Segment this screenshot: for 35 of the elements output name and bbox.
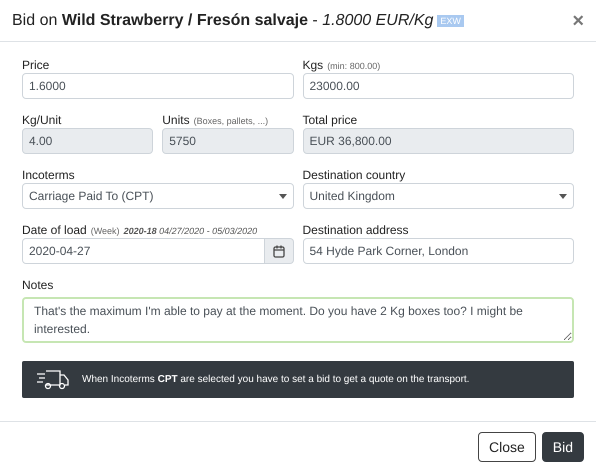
close-button[interactable]: × (572, 10, 584, 30)
field-hint: (Boxes, pallets, ...) (194, 115, 268, 128)
caret-icon (559, 194, 567, 198)
input-field[interactable]: 54 Hyde Park Corner, London (302, 238, 574, 264)
calendar-button[interactable] (264, 238, 294, 264)
select-field[interactable]: Carriage Paid To (CPT) (22, 183, 294, 209)
select-field[interactable]: United Kingdom (302, 183, 574, 209)
dialog-title: Bid on Wild Strawberry / Fresón salvaje - 1.8000 EUR/Kg (12, 10, 434, 30)
input-field[interactable]: 5750 (162, 128, 294, 154)
field-label: Destination address (302, 222, 409, 239)
input-field[interactable]: 4.00 (22, 128, 154, 154)
week-range: 2020-18 04/27/2020 - 05/03/2020 (124, 225, 258, 238)
truck-icon (37, 368, 69, 390)
notes-field[interactable]: That's the maximum I'm able to pay at the moment. Do you have 2 Kg boxes too? I might be interested. (22, 297, 574, 343)
calendar-icon (272, 244, 284, 258)
field-label: Destination country (302, 167, 406, 184)
incoterm-tag: EXW (437, 14, 464, 26)
field-label: Date of load (22, 222, 87, 239)
field-label: Notes (22, 277, 54, 294)
field-hint: (Week) (90, 225, 120, 238)
caret-icon (278, 194, 286, 198)
bid-button[interactable]: Bid (542, 432, 584, 462)
close-dialog-button[interactable]: Close (478, 432, 536, 462)
field-label: Price (22, 57, 50, 74)
field-label: Kgs (302, 57, 324, 74)
input-field[interactable]: 1.6000 (22, 73, 294, 99)
input-field[interactable]: EUR 36,800.00 (302, 128, 574, 154)
input-field[interactable]: 23000.00 (302, 73, 574, 99)
notice-text: When Incoterms CPT are selected you have to set a bid to get a quote on the transport. (82, 373, 470, 387)
date-field[interactable]: 2020-04-27 (22, 238, 264, 264)
field-label: Kg/Unit (22, 112, 62, 129)
field-label: Units (162, 112, 190, 129)
field-label: Incoterms (22, 167, 75, 184)
field-label: Total price (302, 112, 358, 129)
field-hint: (min: 800.00) (327, 60, 380, 73)
